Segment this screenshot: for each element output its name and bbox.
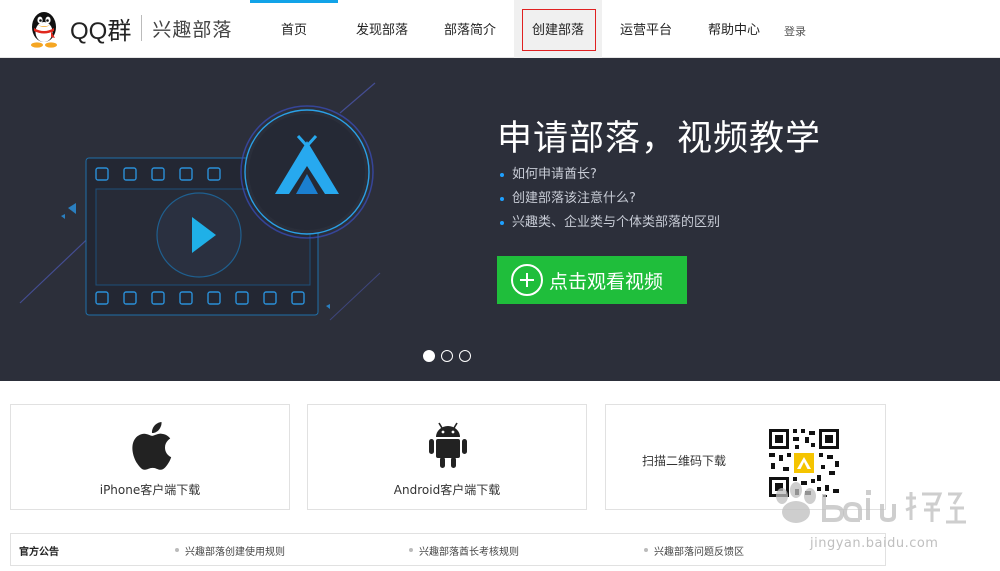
carousel-dot-1[interactable] [423, 350, 435, 362]
bullet-dot [500, 197, 504, 201]
android-download-card[interactable]: Android客户端下载 [307, 404, 587, 510]
watch-video-button[interactable]: 点击观看视频 [497, 256, 687, 304]
qq-penguin-icon [31, 12, 57, 48]
nav-intro[interactable]: 部落简介 [426, 0, 514, 58]
qr-download-label: 扫描二维码下载 [642, 454, 727, 468]
nav-discover[interactable]: 发现部落 [338, 0, 426, 58]
carousel-dots [423, 350, 477, 362]
logo-divider [141, 15, 143, 41]
bullet-text: 创建部落该注意什么? [512, 191, 636, 206]
banner-bullet: 兴趣类、企业类与个体类部落的区别 [500, 211, 720, 235]
nav-operations[interactable]: 运营平台 [602, 0, 690, 58]
nav-label: 部落简介 [443, 23, 496, 38]
logo-text: QQ群 [70, 17, 132, 45]
site-header: QQ群 兴趣部落 首页 发现部落 部落简介 创建部落 运营平台 帮助中心 登录 [0, 0, 1000, 58]
nav-label: 帮助中心 [707, 23, 760, 38]
qr-download-card[interactable]: 扫描二维码下载 [605, 404, 886, 510]
banner-bullet: 如何申请酋长? [500, 163, 720, 187]
plus-circle-icon [511, 264, 543, 296]
nav-create[interactable]: 创建部落 [514, 0, 602, 58]
nav-label: 首页 [280, 23, 307, 38]
hero-banner[interactable]: 申请部落，视频教学 如何申请酋长? 创建部落该注意什么? 兴趣类、企业类与个体类… [0, 58, 1000, 381]
page: QQ群 兴趣部落 首页 发现部落 部落简介 创建部落 运营平台 帮助中心 登录 … [0, 0, 1000, 571]
notice-title: 官方公告 [19, 547, 59, 558]
bullet-dot [500, 173, 504, 177]
bullet-dot [500, 221, 504, 225]
banner-bullets: 如何申请酋长? 创建部落该注意什么? 兴趣类、企业类与个体类部落的区别 [500, 163, 720, 235]
iphone-download-card[interactable]: iPhone客户端下载 [10, 404, 290, 510]
nav-label: 发现部落 [355, 23, 408, 38]
nav-label: 运营平台 [619, 23, 672, 38]
notice-item[interactable]: 兴趣部落问题反馈区 [644, 543, 744, 558]
banner-title: 申请部落，视频教学 [497, 119, 822, 159]
notice-item[interactable]: 兴趣部落创建使用规则 [175, 543, 285, 558]
nav-home[interactable]: 首页 [250, 0, 338, 58]
nav-label: 创建部落 [531, 23, 584, 38]
android-icon [429, 422, 467, 468]
nav-help[interactable]: 帮助中心 [690, 0, 778, 58]
qr-code-icon [767, 427, 841, 499]
carousel-dot-2[interactable] [441, 350, 453, 362]
banner-bullet: 创建部落该注意什么? [500, 187, 720, 211]
video-illustration [19, 82, 381, 321]
bullet-text: 如何申请酋长? [512, 167, 597, 182]
login-link[interactable]: 登录 [784, 0, 806, 58]
official-notice-bar: 官方公告 兴趣部落创建使用规则 兴趣部落酋长考核规则 兴趣部落问题反馈区 [10, 533, 886, 566]
apple-icon [132, 422, 172, 470]
bullet-text: 兴趣类、企业类与个体类部落的区别 [512, 215, 721, 230]
android-download-label: Android客户端下载 [393, 483, 501, 497]
logo-subtitle: 兴趣部落 [152, 18, 233, 41]
carousel-dot-3[interactable] [459, 350, 471, 362]
watch-video-label: 点击观看视频 [549, 270, 664, 293]
site-logo[interactable]: QQ群 兴趣部落 [26, 6, 232, 50]
iphone-download-label: iPhone客户端下载 [99, 483, 201, 497]
notice-item[interactable]: 兴趣部落酋长考核规则 [409, 543, 519, 558]
